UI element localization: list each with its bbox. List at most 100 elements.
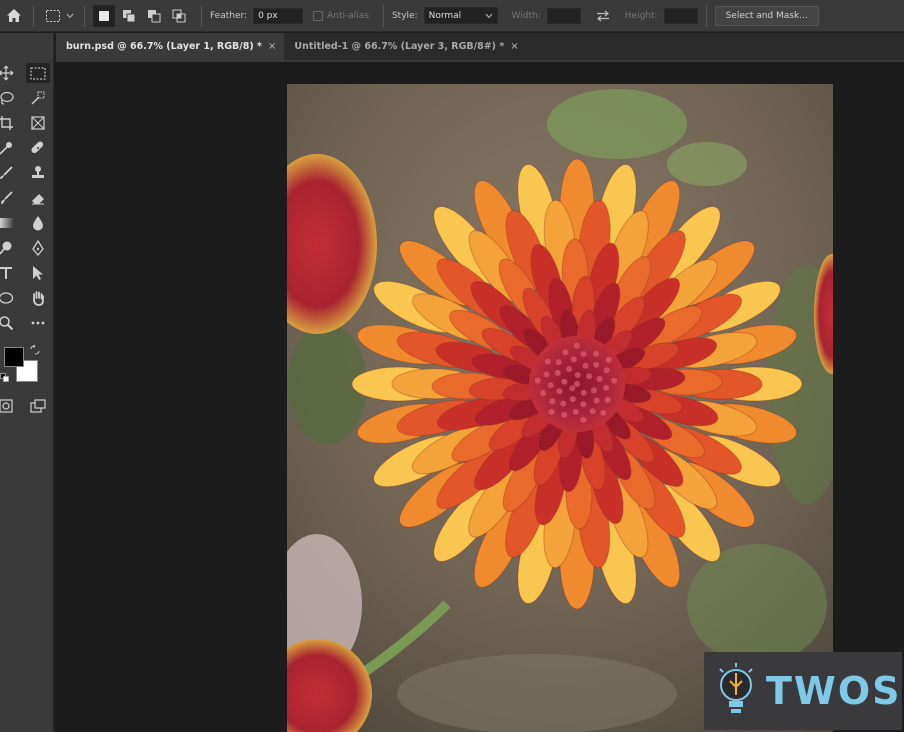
separator bbox=[33, 4, 34, 27]
flower-center-floret bbox=[591, 387, 597, 394]
healing-brush-tool-icon[interactable] bbox=[28, 138, 48, 158]
flower-center-floret bbox=[605, 356, 612, 363]
frame-tool-icon[interactable] bbox=[28, 113, 48, 133]
rectangle-tool-icon[interactable] bbox=[0, 288, 16, 308]
watermark-text: TWOS bbox=[766, 669, 902, 713]
flower-center-floret bbox=[569, 396, 576, 403]
rectangular-marquee-tool-icon[interactable] bbox=[26, 63, 50, 83]
options-bar: Feather: 0 px Anti-alias Style: Normal W… bbox=[0, 0, 904, 32]
feather-label: Feather: bbox=[210, 10, 248, 21]
flower-center-floret bbox=[540, 390, 547, 397]
flower-center-floret bbox=[596, 376, 603, 382]
select-and-mask-button[interactable]: Select and Mask... bbox=[714, 5, 819, 26]
more-tools-icon[interactable] bbox=[28, 313, 48, 333]
height-input[interactable] bbox=[663, 7, 698, 24]
separator bbox=[382, 4, 384, 27]
flower-center-floret bbox=[555, 359, 562, 366]
flower-center-floret bbox=[593, 350, 600, 357]
flower-center-floret bbox=[562, 349, 569, 356]
flower-center-floret bbox=[549, 398, 556, 405]
flower-center-floret bbox=[600, 409, 607, 416]
history-brush-tool-icon[interactable] bbox=[0, 188, 16, 208]
flower-center-floret bbox=[580, 351, 587, 357]
subtract-from-selection-icon[interactable] bbox=[143, 5, 165, 27]
lasso-tool-icon[interactable] bbox=[0, 88, 16, 108]
flower-center-floret bbox=[560, 400, 567, 407]
tab-burn-psd[interactable]: burn.psd @ 66.7% (Layer 1, RGB/8) * × bbox=[56, 33, 285, 60]
blur-tool-icon[interactable] bbox=[28, 213, 48, 233]
flower-center-floret bbox=[574, 372, 581, 378]
new-selection-icon[interactable] bbox=[93, 4, 115, 27]
flower-center-floret bbox=[580, 401, 587, 408]
move-tool-icon[interactable] bbox=[0, 63, 16, 83]
flower-center-floret bbox=[561, 411, 568, 418]
flower-center-floret bbox=[534, 377, 541, 384]
tab-label: burn.psd @ 66.7% (Layer 1, RGB/8) * bbox=[66, 41, 262, 52]
path-selection-tool-icon[interactable] bbox=[28, 263, 48, 283]
twos-watermark-logo: TWOS bbox=[704, 652, 902, 730]
flower-center-floret bbox=[543, 371, 550, 378]
eyedropper-tool-icon[interactable] bbox=[0, 138, 16, 158]
hand-tool-icon[interactable] bbox=[28, 288, 48, 308]
document-tab-bar: burn.psd @ 66.7% (Layer 1, RGB/8) * × Un… bbox=[56, 33, 904, 60]
screen-mode-icon[interactable] bbox=[28, 396, 48, 416]
flower-center-floret bbox=[603, 367, 610, 374]
close-icon[interactable]: × bbox=[268, 41, 276, 52]
chevron-down-icon bbox=[485, 13, 493, 18]
flower-center-floret bbox=[547, 382, 554, 389]
object-selection-tool-icon[interactable] bbox=[28, 88, 48, 108]
antialias-checkbox[interactable] bbox=[313, 10, 324, 21]
height-label: Height: bbox=[624, 10, 658, 21]
crop-tool-icon[interactable] bbox=[0, 113, 16, 133]
width-label: Width: bbox=[511, 10, 541, 21]
flower-center-floret bbox=[570, 356, 577, 363]
rectangular-marquee-preset-icon[interactable] bbox=[42, 6, 64, 26]
separator bbox=[705, 4, 707, 27]
swap-colors-icon[interactable] bbox=[28, 343, 42, 357]
eraser-tool-icon[interactable] bbox=[28, 188, 48, 208]
antialias-label: Anti-alias bbox=[327, 10, 369, 21]
flower-center-floret bbox=[593, 361, 600, 368]
flower-center-floret bbox=[566, 366, 573, 372]
style-label: Style: bbox=[391, 10, 418, 21]
add-to-selection-icon[interactable] bbox=[118, 5, 140, 27]
flower-center-floret bbox=[589, 408, 596, 415]
flower-center-floret bbox=[611, 377, 618, 384]
type-tool-icon[interactable] bbox=[0, 263, 16, 283]
flower-center-floret bbox=[580, 416, 587, 423]
quick-mask-icon[interactable] bbox=[0, 396, 16, 416]
flower-center-floret bbox=[544, 358, 551, 365]
flower-center-floret bbox=[569, 385, 576, 392]
flower-photo bbox=[287, 84, 833, 732]
swap-width-height-icon[interactable] bbox=[595, 8, 611, 24]
intersect-selection-icon[interactable] bbox=[168, 5, 190, 27]
style-select-value: Normal bbox=[428, 10, 462, 21]
document-canvas-flower-photo[interactable] bbox=[287, 84, 833, 732]
flower-center-floret bbox=[554, 369, 561, 376]
flower-center-floret bbox=[603, 384, 610, 391]
foreground-color-swatch[interactable] bbox=[4, 347, 24, 367]
brush-tool-icon[interactable] bbox=[0, 163, 16, 183]
flower-center-floret bbox=[593, 397, 600, 404]
separator bbox=[84, 4, 85, 27]
dodge-tool-icon[interactable] bbox=[0, 238, 16, 258]
width-input[interactable] bbox=[546, 7, 581, 24]
flower-center-floret bbox=[586, 373, 593, 380]
default-colors-icon[interactable] bbox=[0, 373, 10, 383]
home-icon[interactable] bbox=[3, 5, 25, 27]
flower-center-floret bbox=[604, 396, 611, 403]
flower-center-floret bbox=[580, 389, 587, 396]
gradient-tool-icon[interactable] bbox=[0, 213, 16, 233]
clone-stamp-tool-icon[interactable] bbox=[28, 163, 48, 183]
flower-center-floret bbox=[572, 408, 579, 415]
feather-input[interactable]: 0 px bbox=[253, 7, 304, 24]
flower-center-floret bbox=[561, 378, 568, 385]
style-select[interactable]: Normal bbox=[423, 7, 498, 24]
chevron-down-icon[interactable] bbox=[64, 6, 76, 26]
zoom-tool-icon[interactable] bbox=[0, 313, 16, 333]
pen-tool-icon[interactable] bbox=[28, 238, 48, 258]
tab-untitled-1[interactable]: Untitled-1 @ 66.7% (Layer 3, RGB/8#) * × bbox=[284, 33, 526, 60]
close-icon[interactable]: × bbox=[510, 41, 518, 52]
separator bbox=[201, 4, 202, 27]
flower-center-floret bbox=[548, 408, 555, 415]
